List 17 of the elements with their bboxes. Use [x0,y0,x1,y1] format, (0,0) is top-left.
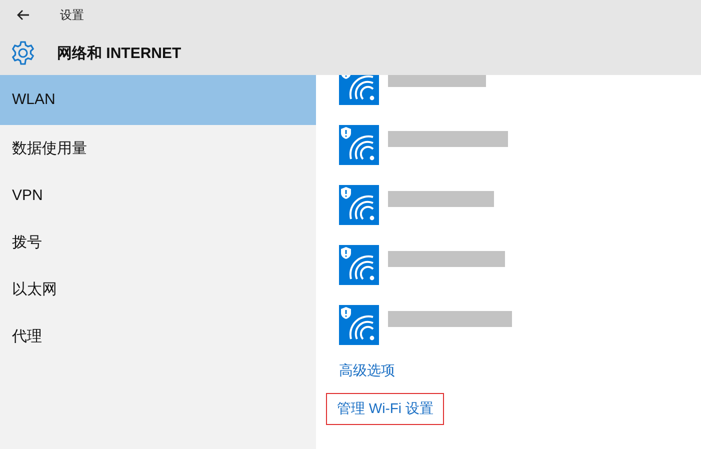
page-title: 网络和 INTERNET [57,44,182,62]
window-title: 设置 [60,6,84,24]
sidebar-item[interactable]: WLAN [0,75,316,125]
wifi-icon[interactable] [339,185,379,225]
link[interactable]: 高级选项 [339,358,395,384]
settings-icon [10,40,36,66]
back-button[interactable] [16,9,32,21]
sidebar-item[interactable]: 代理 [0,313,316,360]
sidebar-item[interactable]: VPN [0,172,316,219]
sidebar-item[interactable]: 拨号 [0,219,316,266]
sidebar-item[interactable]: 数据使用量 [0,125,316,172]
sidebar-item[interactable]: 以太网 [0,266,316,313]
wifi-icon[interactable] [339,75,379,105]
link[interactable]: 管理 Wi-Fi 设置 [326,393,444,425]
wifi-icon[interactable] [339,125,379,165]
wifi-icon[interactable] [339,245,379,285]
wifi-icon[interactable] [339,305,379,345]
